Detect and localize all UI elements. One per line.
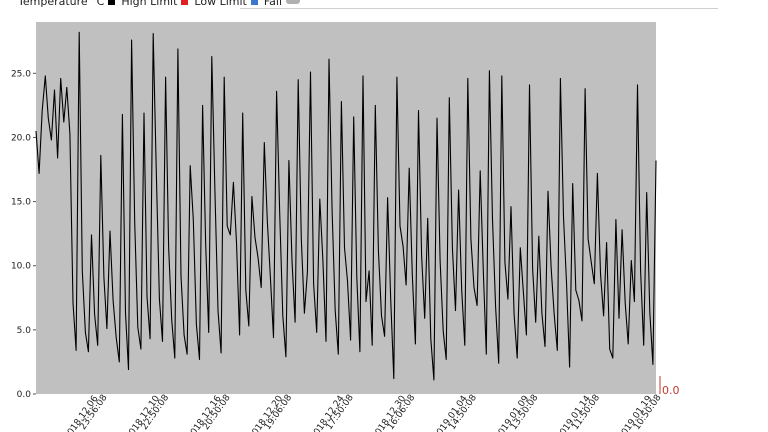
- y-tick-label: 0.0: [17, 390, 32, 400]
- y-tick-label: 20.0: [11, 133, 31, 143]
- y-axis: 0.0 5.0 10.0 15.0 20.0 25.0: [11, 69, 36, 400]
- chart-area: 0.0 5.0 10.0 15.0 20.0 25.0 2018.12.0623:56:0…: [11, 22, 680, 432]
- x-tick: 2018.12.1620:50:08: [186, 393, 233, 432]
- x-tick: 2019.01.1910:50:08: [617, 393, 664, 432]
- y-tick-label: 5.0: [17, 326, 32, 336]
- x-axis: 2018.12.0623:56:08 2018.12.1022:50:08 2018…: [63, 393, 664, 432]
- x-tick: 2019.01.1411:50:08: [555, 393, 602, 432]
- x-tick: 2019.01.0414:50:08: [432, 393, 479, 432]
- x-tick: 2018.12.0623:56:08: [63, 393, 110, 432]
- x-tick: 2018.12.2417:50:08: [309, 393, 356, 432]
- y-tick-label: 15.0: [11, 198, 31, 208]
- corner-value-label: 0.0: [662, 384, 680, 397]
- y-tick-label: 10.0: [11, 262, 31, 272]
- x-tick: 2018.12.3016:06:08: [370, 393, 417, 432]
- x-tick: 2018.12.2019:06:08: [247, 393, 294, 432]
- y-tick-label: 25.0: [11, 69, 31, 79]
- x-tick: 2019.01.0913:50:08: [494, 393, 541, 432]
- x-tick: 2018.12.1022:50:08: [124, 393, 171, 432]
